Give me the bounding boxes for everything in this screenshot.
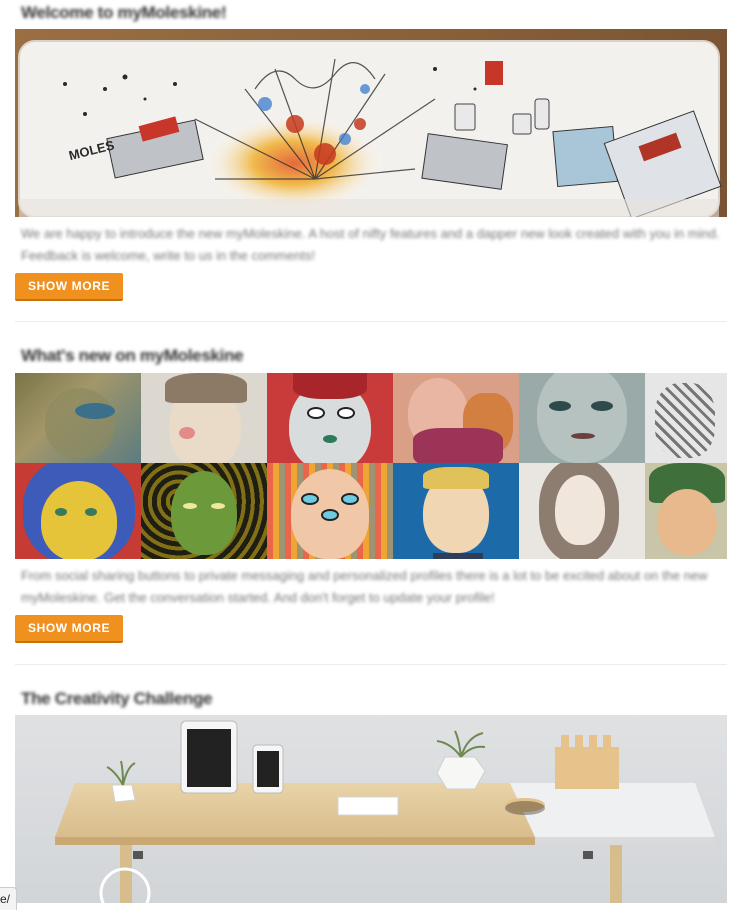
sketchbook-illustration-image[interactable]: MOLES xyxy=(15,29,727,217)
article-title: What's new on myMoleskine xyxy=(21,346,244,365)
article-whats-new: What's new on myMoleskine xyxy=(15,346,727,366)
portrait-tile xyxy=(267,373,393,463)
show-more-button[interactable]: SHOW MORE xyxy=(15,273,124,301)
section-divider xyxy=(15,664,727,665)
portrait-tile xyxy=(141,463,267,559)
portrait-tile xyxy=(15,463,141,559)
desk-photo-image[interactable] xyxy=(15,715,727,903)
article-creativity-challenge: The Creativity Challenge xyxy=(15,689,727,709)
article-title: Welcome to myMoleskine! xyxy=(21,3,227,22)
article-welcome: Welcome to myMoleskine! xyxy=(15,3,727,23)
section-divider xyxy=(15,321,727,322)
portrait-tile xyxy=(15,373,141,463)
article-creativity-body xyxy=(15,715,727,903)
portrait-tile xyxy=(141,373,267,463)
article-description: We are happy to introduce the new myMole… xyxy=(21,226,720,263)
portrait-collage-image[interactable] xyxy=(15,373,727,559)
portrait-tile xyxy=(645,373,727,463)
article-welcome-body: MOLES We are happy to introduce the new … xyxy=(15,29,727,301)
article-title: The Creativity Challenge xyxy=(21,689,213,708)
article-description: From social sharing buttons to private m… xyxy=(21,568,708,605)
portrait-tile xyxy=(519,463,645,559)
browser-status-bar: e/ xyxy=(0,887,18,910)
show-more-button[interactable]: SHOW MORE xyxy=(15,615,124,643)
portrait-tile xyxy=(645,463,727,559)
portrait-tile xyxy=(393,463,519,559)
article-whats-new-body: From social sharing buttons to private m… xyxy=(15,373,727,643)
portrait-tile xyxy=(267,463,393,559)
portrait-tile xyxy=(519,373,645,463)
portrait-tile xyxy=(393,373,519,463)
